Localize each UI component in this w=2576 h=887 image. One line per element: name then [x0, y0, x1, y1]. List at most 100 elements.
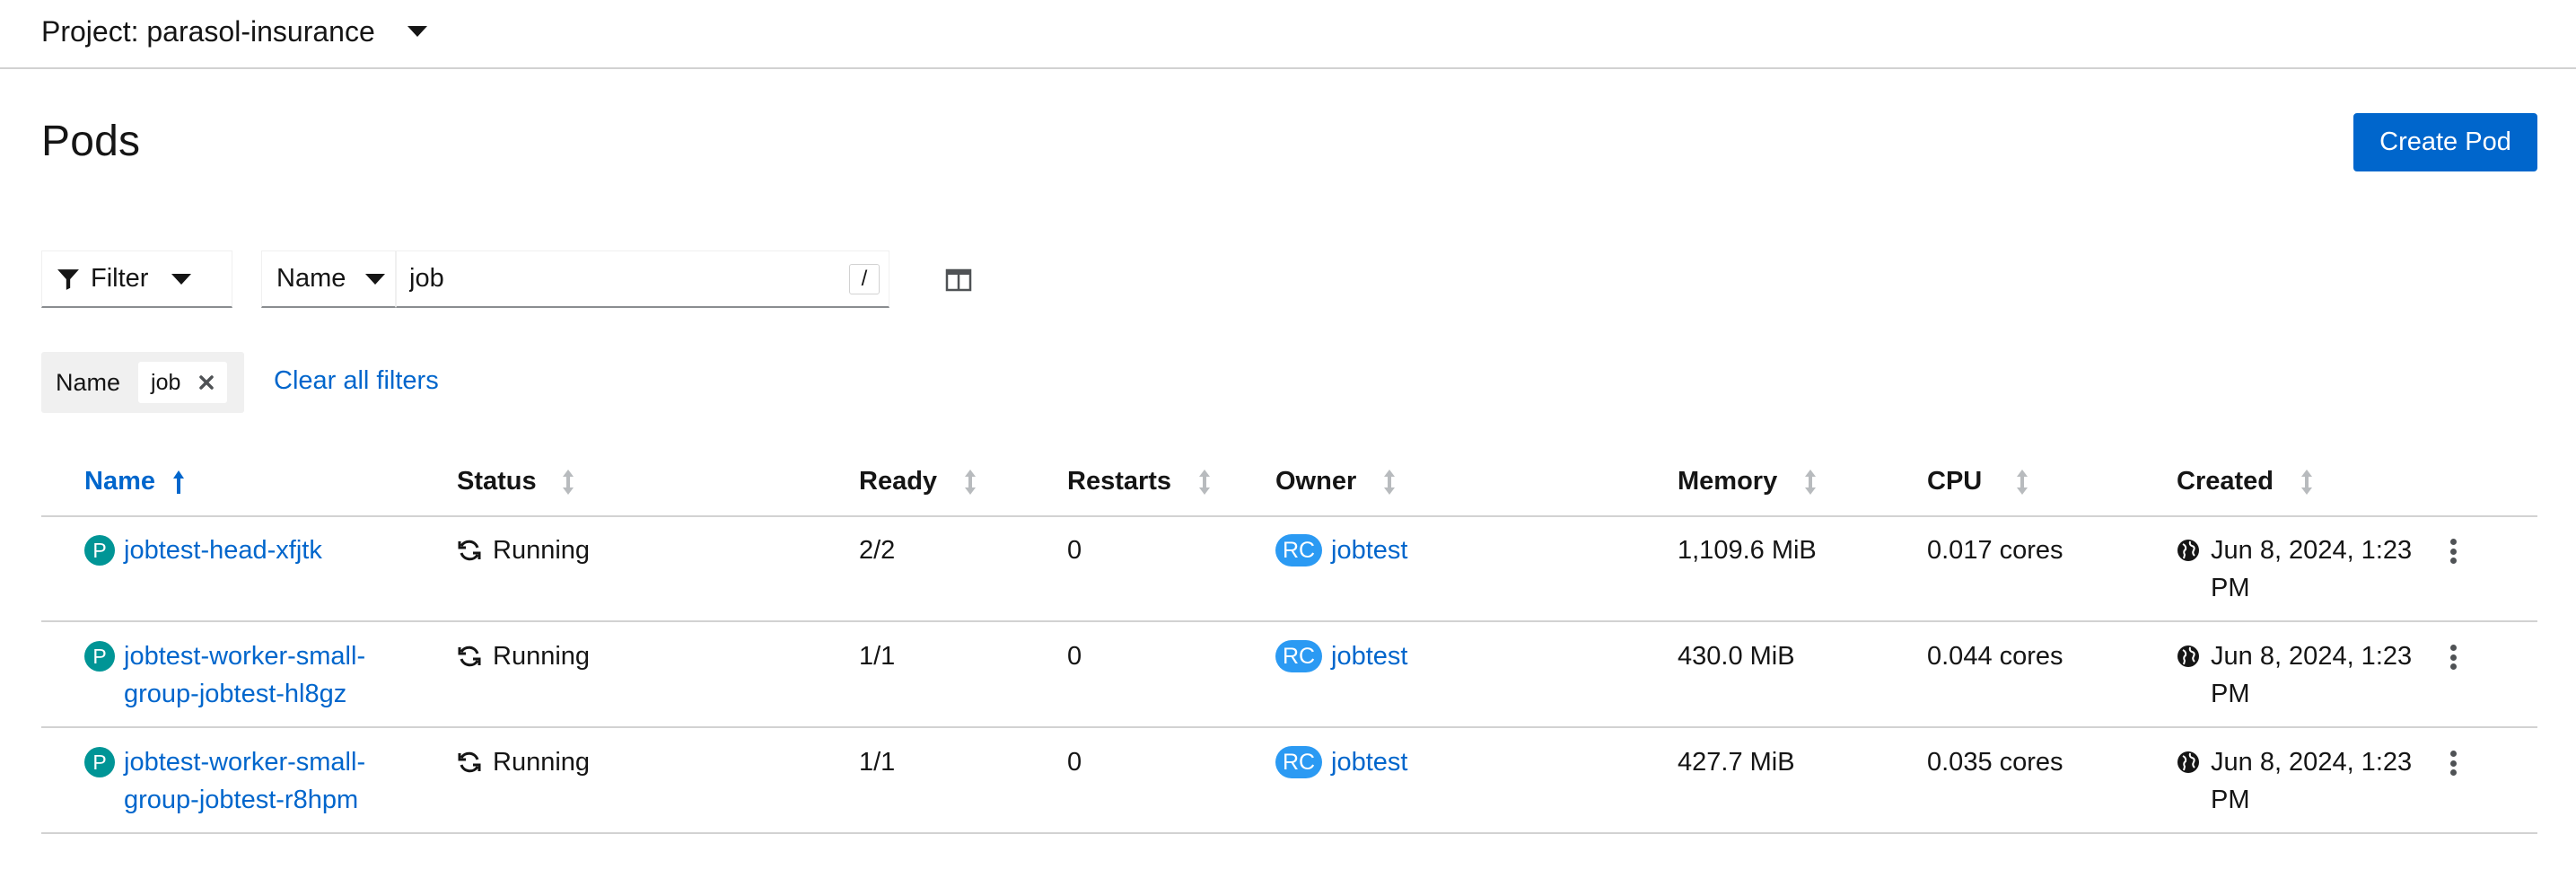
sort-icon: [1199, 469, 1211, 495]
table-header-divider: [41, 515, 2537, 517]
project-label: Project: parasol-insurance: [41, 14, 375, 48]
chevron-down-icon: [365, 273, 386, 285]
status-text: Running: [493, 748, 591, 777]
pod-name-line1: jobtest-worker-small-: [124, 748, 366, 777]
pod-name-line2: group-jobtest-r8hpm: [124, 786, 359, 814]
memory-cell: 1,109.6 MiB: [1678, 536, 1817, 565]
kebab-icon[interactable]: [2442, 536, 2464, 566]
sort-icon: [562, 469, 574, 495]
pod-name-line2: group-jobtest-hl8gz: [124, 680, 347, 708]
column-header-label: Restarts: [1067, 467, 1172, 496]
memory-cell: 427.7 MiB: [1678, 748, 1795, 777]
created-text: Jun 8, 2024, 1:23 PM: [2211, 642, 2413, 708]
rc-badge: RC: [1275, 534, 1322, 566]
owner-cell: RC jobtest: [1275, 637, 1407, 675]
globe-icon: [2177, 751, 2199, 773]
shortcut-key: /: [849, 264, 880, 294]
attribute-select-label: Name: [276, 264, 346, 293]
created-cell: Jun 8, 2024, 1:23 PM: [2177, 743, 2419, 819]
close-icon[interactable]: [198, 374, 215, 391]
owner-link[interactable]: jobtest: [1331, 637, 1407, 675]
chip-value: job: [151, 369, 181, 395]
filter-label: Filter: [91, 264, 149, 293]
owner-link[interactable]: jobtest: [1331, 743, 1407, 781]
memory-cell: 430.0 MiB: [1678, 642, 1795, 671]
row-divider: [41, 726, 2537, 728]
sync-icon: [458, 540, 481, 561]
status-cell: Running: [457, 531, 590, 569]
caret-down-icon: [407, 26, 427, 37]
status-cell: Running: [457, 637, 590, 675]
search-field: /: [396, 250, 889, 308]
search-input[interactable]: [397, 264, 828, 294]
filter-icon: [57, 268, 79, 290]
sync-icon: [458, 751, 481, 773]
column-header-created[interactable]: Created: [2177, 467, 2313, 496]
ready-cell: 1/1: [859, 748, 896, 777]
cpu-cell: 0.035 cores: [1927, 748, 2063, 777]
create-pod-button[interactable]: Create Pod: [2353, 113, 2537, 171]
column-header-label: Memory: [1678, 467, 1778, 496]
status-text: Running: [493, 536, 591, 565]
restarts-cell: 0: [1067, 748, 1082, 777]
pod-badge: P: [84, 747, 115, 777]
column-header-owner[interactable]: Owner: [1275, 467, 1396, 496]
rc-badge: RC: [1275, 640, 1322, 672]
column-header-cpu[interactable]: CPU: [1927, 467, 2028, 496]
column-header-status[interactable]: Status: [457, 467, 574, 496]
column-header-label: Status: [457, 467, 537, 496]
owner-cell: RC jobtest: [1275, 743, 1407, 781]
column-header-label: Name: [84, 467, 155, 496]
sort-icon: [2017, 469, 2028, 495]
created-cell: Jun 8, 2024, 1:23 PM: [2177, 637, 2419, 713]
globe-icon: [2177, 645, 2199, 667]
created-cell: Jun 8, 2024, 1:23 PM: [2177, 531, 2419, 607]
column-header-label: Owner: [1275, 467, 1357, 496]
restarts-cell: 0: [1067, 536, 1082, 565]
chip-category-label: Name: [56, 368, 121, 396]
pod-badge: P: [84, 641, 115, 672]
sort-icon: [965, 469, 977, 495]
column-header-ready[interactable]: Ready: [859, 467, 977, 496]
column-header-name[interactable]: Name: [84, 467, 186, 496]
project-bar: Project: parasol-insurance: [0, 0, 2576, 69]
column-header-memory[interactable]: Memory: [1678, 467, 1817, 496]
page-title: Pods: [41, 118, 141, 165]
status-text: Running: [493, 642, 591, 671]
created-text: Jun 8, 2024, 1:23 PM: [2211, 536, 2413, 602]
cpu-cell: 0.017 cores: [1927, 536, 2063, 565]
column-header-label: Created: [2177, 467, 2274, 496]
column-header-restarts[interactable]: Restarts: [1067, 467, 1211, 496]
row-divider: [41, 832, 2537, 834]
owner-link[interactable]: jobtest: [1331, 531, 1407, 569]
status-cell: Running: [457, 743, 590, 781]
columns-icon[interactable]: [944, 266, 973, 294]
sync-icon: [458, 645, 481, 667]
owner-cell: RC jobtest: [1275, 531, 1407, 569]
kebab-icon[interactable]: [2442, 642, 2464, 672]
row-divider: [41, 620, 2537, 622]
ready-cell: 2/2: [859, 536, 896, 565]
filter-chip: job: [138, 362, 228, 403]
kebab-icon[interactable]: [2442, 748, 2464, 778]
pod-name-link[interactable]: jobtest-worker-small- group-jobtest-r8hp…: [124, 743, 447, 819]
rc-badge: RC: [1275, 746, 1322, 778]
pod-name-link[interactable]: jobtest-head-xfjtk: [124, 531, 447, 569]
filter-chip-group: Name job: [41, 352, 244, 413]
sort-icon: [1805, 469, 1817, 495]
restarts-cell: 0: [1067, 642, 1082, 671]
sort-icon: [2301, 469, 2312, 495]
chevron-down-icon: [171, 273, 192, 285]
pod-name-line1: jobtest-head-xfjtk: [124, 536, 322, 565]
column-header-label: CPU: [1927, 467, 1983, 496]
clear-all-filters-link[interactable]: Clear all filters: [274, 366, 439, 396]
attribute-select[interactable]: Name: [261, 250, 396, 308]
sort-up-icon: [173, 470, 184, 494]
created-text: Jun 8, 2024, 1:23 PM: [2211, 748, 2413, 814]
filter-dropdown[interactable]: Filter: [41, 250, 232, 308]
project-selector[interactable]: Project: parasol-insurance: [41, 13, 427, 50]
pod-name-link[interactable]: jobtest-worker-small- group-jobtest-hl8g…: [124, 637, 447, 713]
ready-cell: 1/1: [859, 642, 896, 671]
sort-icon: [1384, 469, 1396, 495]
globe-icon: [2177, 540, 2199, 561]
